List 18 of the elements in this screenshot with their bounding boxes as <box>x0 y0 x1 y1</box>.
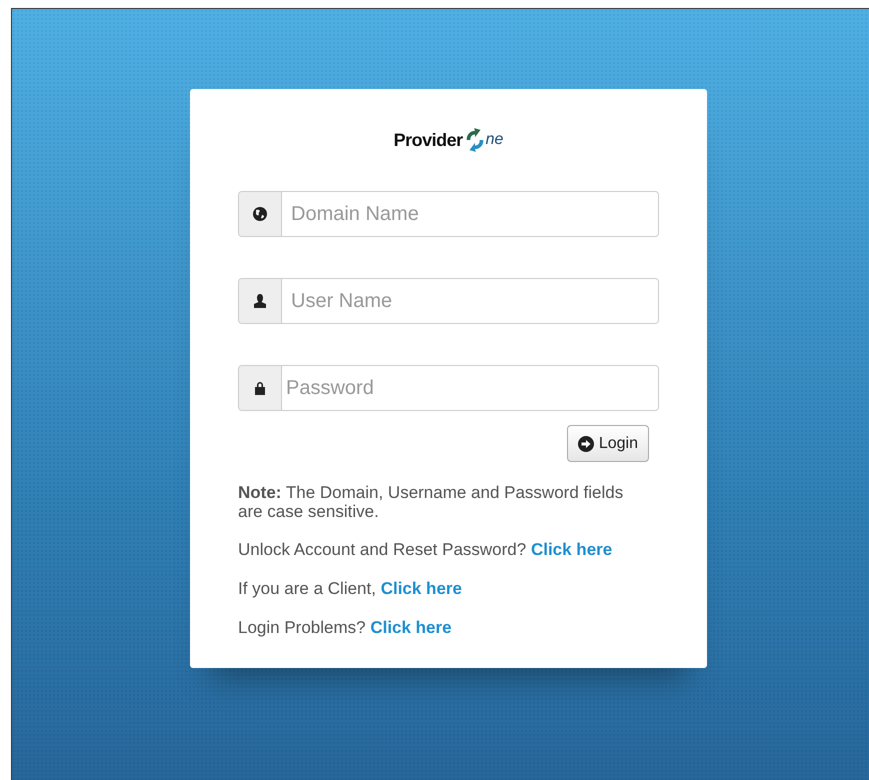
click-here-link[interactable]: Click here <box>530 540 612 560</box>
user-icon <box>252 293 268 309</box>
click-here-link[interactable]: Click here <box>380 579 462 598</box>
input-field[interactable]: User Name <box>238 278 659 324</box>
note-text: Note: The Domain, Username and Password fields are case sensitive. <box>238 484 624 522</box>
help-text: If you are a Client, <box>238 579 376 598</box>
logo-text: ne <box>486 131 504 149</box>
globe-icon <box>252 206 268 222</box>
logo-text: Provider <box>394 130 463 150</box>
input-field[interactable]: Domain Name <box>238 191 659 237</box>
click-here-link[interactable]: Click here <box>370 618 452 637</box>
login-button[interactable]: Login <box>566 425 649 462</box>
logo-arrows-icon <box>464 128 486 152</box>
input-field[interactable]: Password <box>238 365 659 411</box>
lock-icon <box>252 380 268 396</box>
help-text: Unlock Account and Reset Password? <box>238 540 526 560</box>
arrow-circle-icon <box>578 436 594 452</box>
help-text: Login Problems? <box>238 618 366 637</box>
